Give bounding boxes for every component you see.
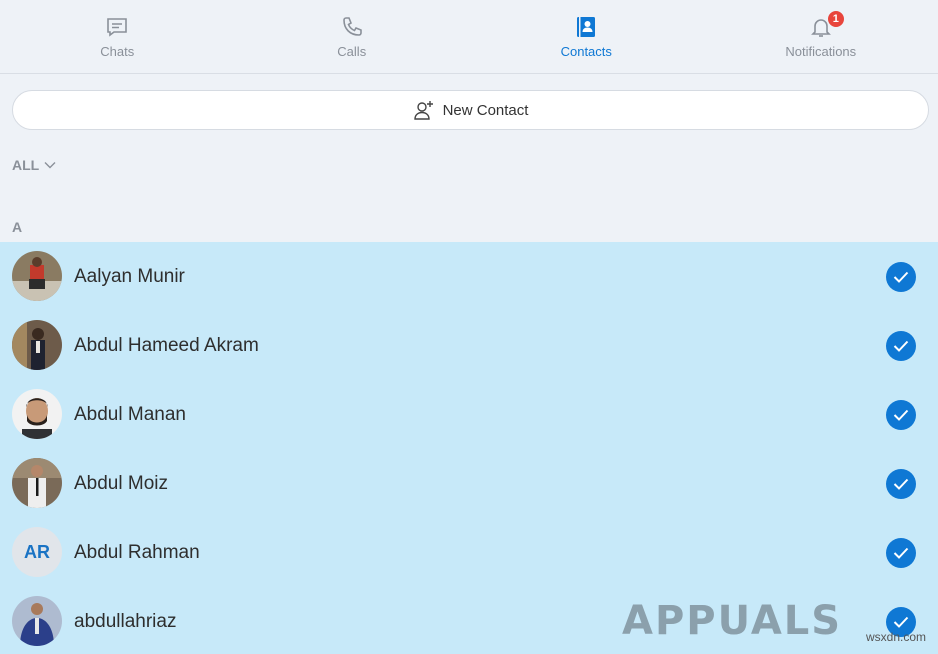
filter-dropdown[interactable]: ALL: [12, 157, 56, 173]
chat-icon: [104, 14, 130, 40]
contact-name: Aalyan Munir: [74, 265, 185, 287]
avatar-initials: AR: [12, 527, 62, 577]
contact-list: Aalyan Munir Abdul Hameed Akram Abdul Ma…: [0, 242, 938, 654]
watermark-site: wsxdn.com: [866, 630, 927, 644]
tab-notifications-label: Notifications: [785, 44, 857, 59]
phone-icon: [339, 14, 365, 40]
tab-chats[interactable]: Chats: [0, 0, 235, 73]
tab-calls-label: Calls: [337, 44, 367, 59]
check-icon[interactable]: [886, 537, 916, 568]
contacts-icon: [573, 14, 599, 40]
check-icon[interactable]: [886, 330, 916, 361]
contact-row[interactable]: Abdul Manan: [0, 380, 938, 449]
check-icon[interactable]: [886, 468, 916, 499]
chevron-down-icon: [44, 162, 56, 169]
tab-contacts-label: Contacts: [560, 44, 612, 59]
contact-row[interactable]: AR Abdul Rahman: [0, 518, 938, 587]
notification-badge: 1: [826, 10, 845, 28]
avatar: [12, 320, 62, 370]
avatar: [12, 458, 62, 508]
check-icon[interactable]: [886, 399, 916, 430]
tab-notifications[interactable]: 1 Notifications: [704, 0, 938, 73]
contact-name: Abdul Moiz: [74, 472, 168, 494]
contact-name: abdullahriaz: [74, 610, 177, 632]
contact-row[interactable]: Abdul Hameed Akram: [0, 311, 938, 380]
new-contact-button[interactable]: New Contact: [12, 90, 929, 130]
contact-row[interactable]: Aalyan Munir: [0, 242, 938, 311]
contact-name: Abdul Hameed Akram: [74, 334, 259, 356]
contact-name: Abdul Manan: [74, 403, 186, 425]
tab-calls[interactable]: Calls: [235, 0, 470, 73]
tab-contacts[interactable]: Contacts: [469, 0, 704, 73]
avatar: [12, 596, 62, 646]
avatar: [12, 251, 62, 301]
new-contact-label: New Contact: [442, 101, 529, 119]
avatar: [12, 389, 62, 439]
check-icon[interactable]: [886, 261, 916, 292]
contact-name: Abdul Rahman: [74, 541, 200, 563]
section-header: A: [12, 219, 23, 235]
add-person-icon: [413, 101, 433, 120]
contact-row[interactable]: Abdul Moiz: [0, 449, 938, 518]
watermark-logo: APPUALS: [622, 598, 843, 644]
tab-chats-label: Chats: [100, 44, 135, 59]
filter-label: ALL: [12, 157, 40, 173]
bell-icon: 1: [808, 10, 845, 40]
tab-bar: Chats Calls Contacts 1 Notifications: [0, 0, 938, 74]
